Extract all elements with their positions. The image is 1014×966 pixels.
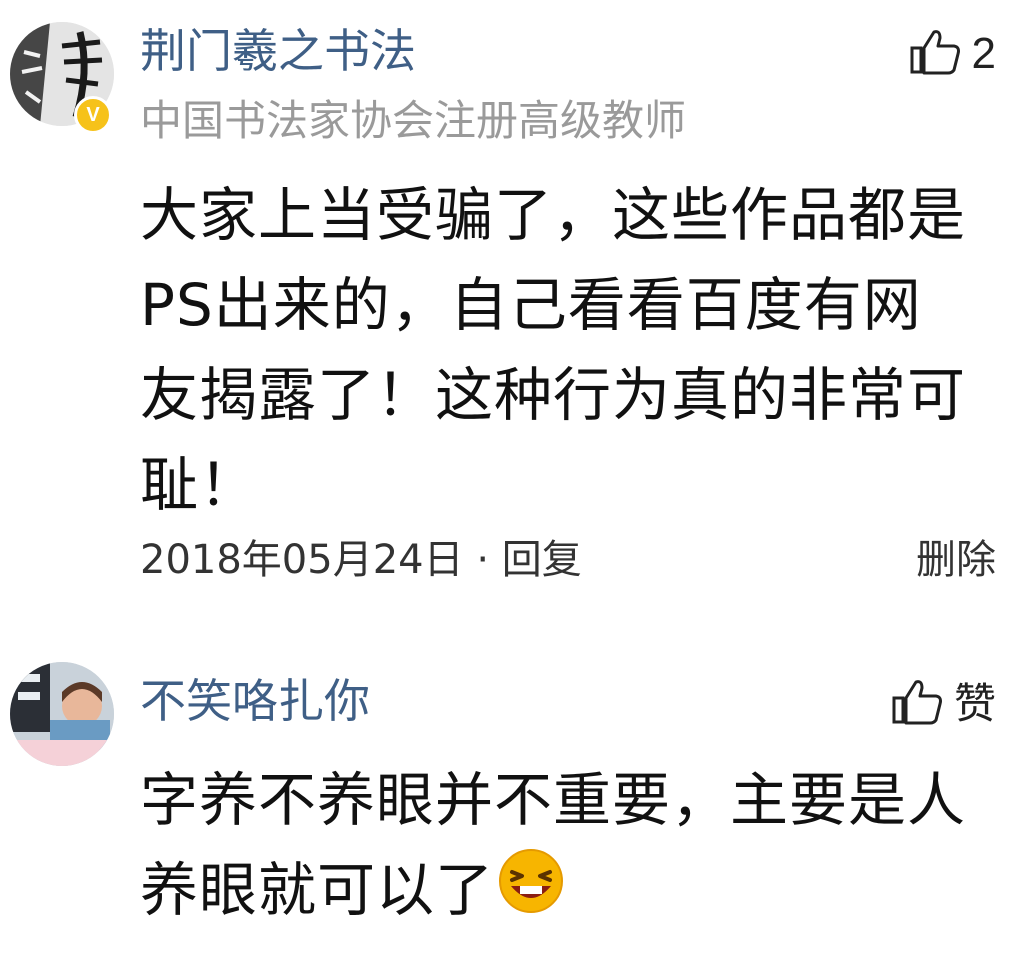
- comment-text: 字养不养眼并不重要，主要是人养眼就可以了: [140, 755, 980, 939]
- username[interactable]: 荆门羲之书法: [140, 28, 416, 74]
- meta-separator: ·: [476, 537, 490, 583]
- user-title: 中国书法家协会注册高级教师: [140, 96, 687, 145]
- comment-date: 2018年05月24日: [140, 537, 464, 583]
- reply-button[interactable]: 回复: [502, 537, 582, 583]
- thumbs-up-icon: [892, 678, 944, 730]
- like-button[interactable]: 赞: [892, 678, 996, 730]
- laughing-face-icon: [498, 848, 564, 939]
- thumbs-up-icon: [910, 28, 962, 80]
- delete-button[interactable]: 删除: [916, 540, 996, 580]
- avatar[interactable]: [10, 662, 114, 766]
- comment-item: V 荆门羲之书法 中国书法家协会注册高级教师 2 大家上当受骗了，这些作品都是P…: [0, 0, 1014, 610]
- user-photo-avatar-image: [10, 662, 114, 766]
- username[interactable]: 不笑咯扎你: [140, 678, 370, 724]
- comment-text: 大家上当受骗了，这些作品都是PS出来的，自己看看百度有网友揭露了！这种行为真的非…: [140, 181, 967, 519]
- like-button[interactable]: 2: [910, 28, 996, 80]
- comment-meta: 2018年05月24日 · 回复: [140, 540, 582, 580]
- comment-item: 不笑咯扎你 赞 字养不养眼并不重要，主要是人养眼就可以了: [0, 640, 1014, 966]
- like-label: 赞: [953, 679, 996, 728]
- verified-badge-icon: V: [74, 96, 112, 134]
- like-count: 2: [971, 29, 996, 78]
